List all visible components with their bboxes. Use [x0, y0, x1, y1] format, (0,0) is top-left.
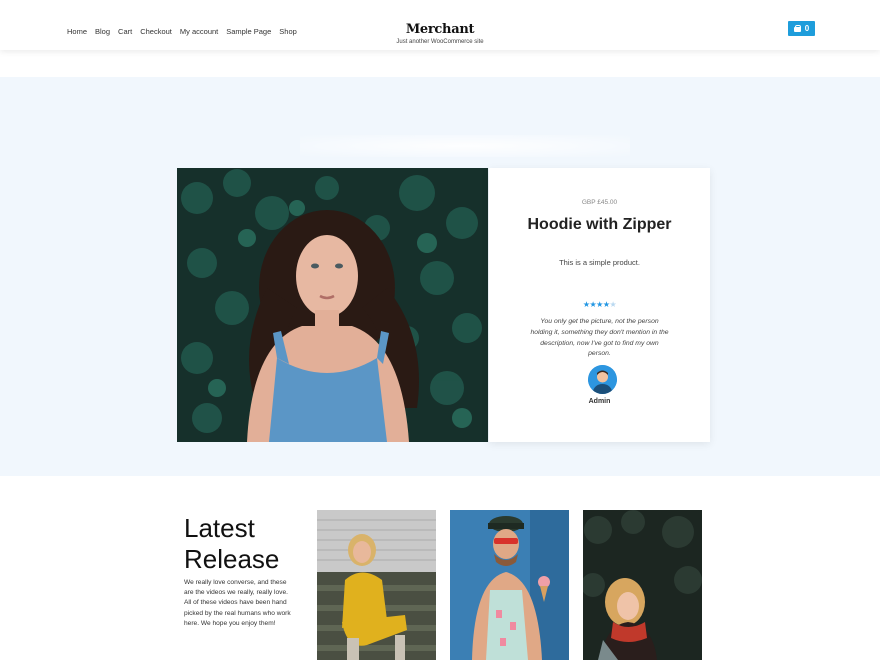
release-image-1[interactable]: [317, 510, 436, 660]
woman-in-leaves-photo: [177, 168, 488, 442]
product-card: GBP £45.00 Hoodie with Zipper This is a …: [489, 168, 710, 442]
site-brand: Merchant Just another WooCommerce site: [0, 22, 880, 45]
site-title[interactable]: Merchant: [0, 22, 880, 37]
heading-line-2: Release: [184, 544, 280, 574]
site-header: Home Blog Cart Checkout My account Sampl…: [0, 0, 880, 50]
cart-count: 0: [804, 24, 810, 33]
user-icon: [588, 365, 617, 394]
product-description: This is a simple product.: [559, 258, 640, 267]
star-icon: ★: [596, 300, 603, 309]
header-cart-button[interactable]: 0: [788, 21, 815, 36]
product-price: GBP £45.00: [581, 199, 618, 206]
reviewer-name: Admin: [588, 398, 611, 405]
woman-yellow-outfit-photo: [317, 510, 436, 660]
release-image-2[interactable]: [450, 510, 569, 660]
review-text: You only get the picture, not the person…: [530, 318, 669, 358]
site-tagline: Just another WooCommerce site: [396, 39, 484, 45]
hero-product-image: [177, 168, 488, 442]
latest-release-text: We really love converse, and these are t…: [184, 579, 291, 627]
reviewer-avatar: [588, 365, 617, 394]
woman-with-scarf-photo: [583, 510, 702, 660]
rating-stars: ★★★★★: [489, 300, 710, 309]
heading-line-1: Latest: [184, 513, 255, 543]
man-with-ice-cream-photo: [450, 510, 569, 660]
star-empty-icon: ★: [609, 300, 617, 309]
release-image-3[interactable]: [583, 510, 702, 660]
latest-release-heading: Latest Release: [184, 513, 279, 575]
hero-glow: [300, 135, 630, 157]
product-title[interactable]: Hoodie with Zipper: [489, 216, 710, 234]
star-icon: ★: [602, 300, 610, 309]
shopping-bag-icon: [793, 25, 802, 32]
